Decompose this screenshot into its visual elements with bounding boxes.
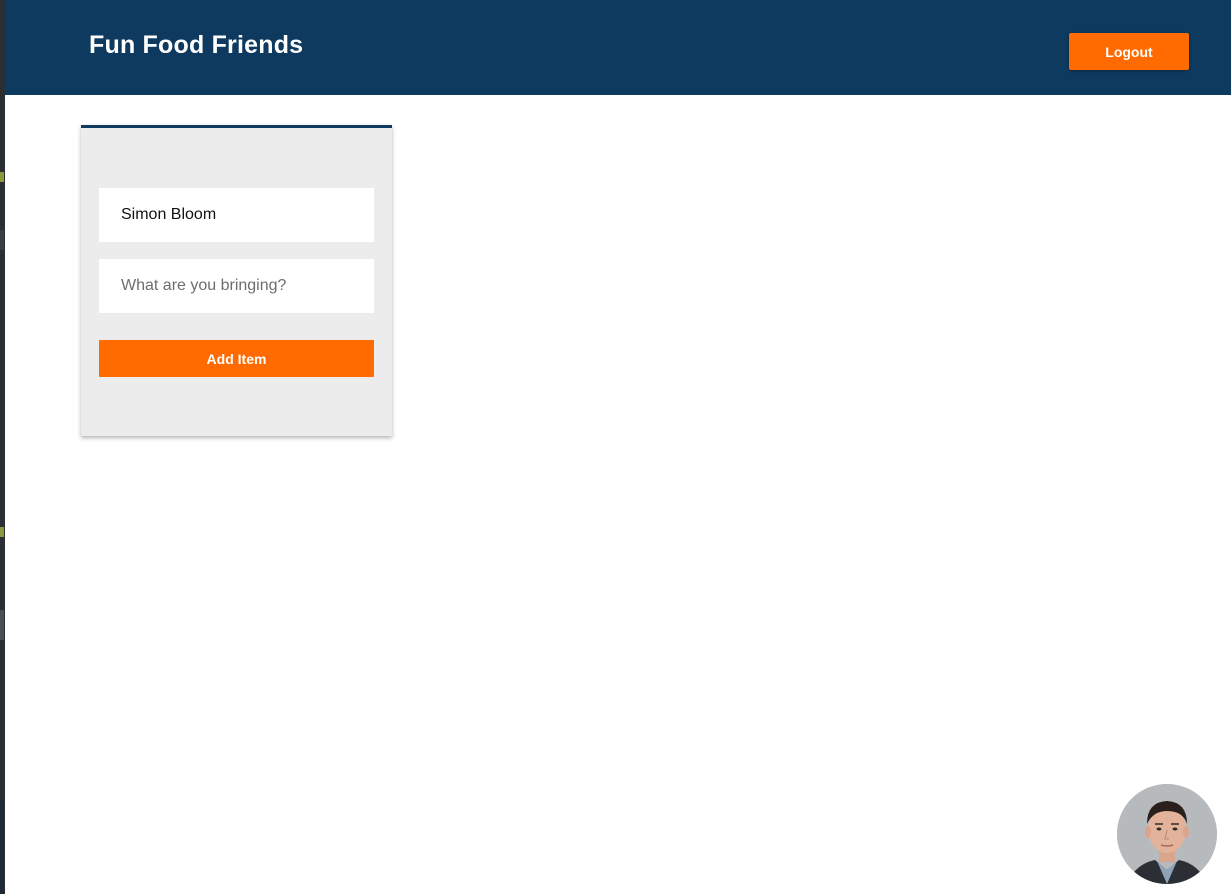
name-field[interactable]: [99, 188, 374, 242]
app-title: Fun Food Friends: [89, 31, 304, 59]
app-header: Fun Food Friends Logout: [5, 0, 1231, 95]
add-item-card: Add Item: [81, 125, 392, 436]
add-item-button[interactable]: Add Item: [99, 340, 374, 377]
background-window-edge: [0, 0, 5, 894]
logout-button[interactable]: Logout: [1069, 33, 1189, 70]
avatar[interactable]: [1117, 784, 1217, 884]
item-input[interactable]: [99, 259, 374, 313]
user-avatar-icon: [1117, 784, 1217, 884]
